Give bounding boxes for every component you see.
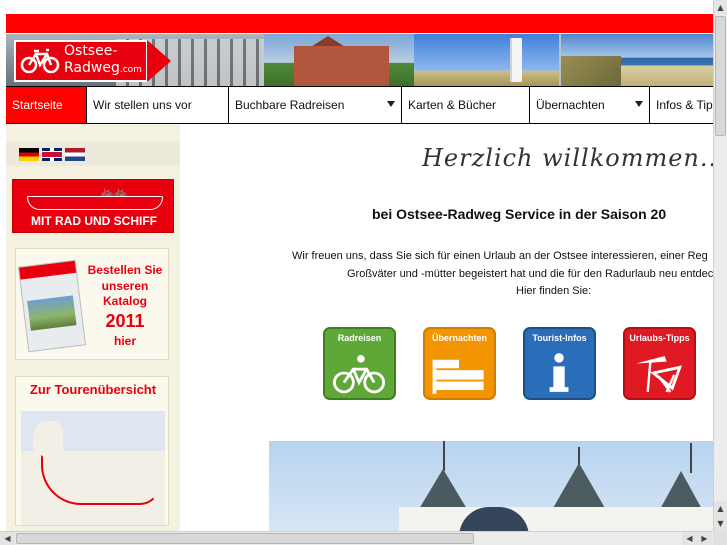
- nav-item-uebernachten[interactable]: Übernachten: [530, 87, 650, 123]
- tile-uebernachten[interactable]: Übernachten: [423, 327, 496, 400]
- site-logo[interactable]: Ostsee- Radweg.com: [14, 38, 174, 84]
- intro-text-line3: Hier finden Sie:: [516, 285, 592, 297]
- main-navigation: Startseite Wir stellen uns vor Buchbare …: [6, 86, 713, 124]
- tile-urlaubs-tipps[interactable]: Urlaubs-Tipps: [623, 327, 696, 400]
- dutch-flag-icon[interactable]: [65, 148, 85, 161]
- tour-overview-link[interactable]: Zur Tourenübersicht: [15, 376, 169, 526]
- chevron-down-icon: [635, 101, 643, 107]
- intro-text-line2: Großväter und -mütter begeistert hat und…: [347, 268, 713, 280]
- scroll-right-icon[interactable]: ▶: [697, 532, 712, 545]
- vertical-scroll-thumb[interactable]: [715, 16, 726, 136]
- banner-photo-church: [264, 34, 414, 86]
- nav-item-buchbare-radreisen[interactable]: Buchbare Radreisen: [229, 87, 402, 123]
- top-bar: [0, 0, 713, 34]
- nav-item-karten-buecher[interactable]: Karten & Bücher: [402, 87, 530, 123]
- nav-item-infos-tipps[interactable]: Infos & Tipps: [650, 87, 713, 123]
- logo-text-line1: Ostsee-: [64, 43, 118, 59]
- banner-photo-lighthouse: [414, 34, 559, 86]
- page-headline: bei Ostsee-Radweg Service in der Saison …: [372, 206, 667, 222]
- catalog-text-line5: hier: [113, 334, 136, 348]
- nav-item-startseite[interactable]: Startseite: [6, 87, 87, 123]
- chevron-down-icon: [387, 101, 395, 107]
- scroll-left-icon[interactable]: ◀: [682, 532, 697, 545]
- tour-map-image: [21, 411, 165, 525]
- ship-banner-link[interactable]: 🚲🚲 MIT RAD UND SCHIFF: [12, 179, 174, 233]
- info-icon: [549, 353, 569, 392]
- ship-icon: [27, 196, 163, 210]
- ship-banner-text: MIT RAD UND SCHIFF: [31, 214, 157, 228]
- beach-chair-icon: [636, 355, 683, 393]
- scroll-left-icon[interactable]: ◀: [0, 532, 15, 545]
- main-content: Herzlich willkommen... bei Ostsee-Radweg…: [180, 124, 713, 531]
- catalog-year: 2011: [105, 311, 145, 331]
- catalog-text-line1: Bestellen Sie: [87, 263, 163, 277]
- bicycle-icon: [333, 355, 386, 394]
- tile-radreisen[interactable]: Radreisen: [323, 327, 396, 400]
- catalog-cover-image: [17, 259, 87, 353]
- horizontal-scroll-thumb[interactable]: [16, 533, 474, 544]
- nav-item-wir-stellen-uns-vor[interactable]: Wir stellen uns vor: [87, 87, 229, 123]
- scroll-up-icon[interactable]: ▲: [714, 0, 727, 15]
- greeting-script: Herzlich willkommen...: [422, 144, 713, 172]
- vertical-scrollbar[interactable]: ▲ ▲ ▼: [713, 0, 727, 531]
- bicycle-icon: [20, 48, 60, 74]
- intro-text-line1: Wir freuen uns, dass Sie sich für einen …: [292, 250, 708, 262]
- scroll-down-icon[interactable]: ▼: [714, 516, 727, 531]
- pier-photo: [269, 441, 713, 531]
- logo-text-line2: Radweg.com: [64, 60, 142, 76]
- catalog-text-line3: Katalog: [102, 294, 147, 308]
- top-red-stripe: [6, 14, 713, 33]
- tile-tourist-infos[interactable]: Tourist-Infos: [523, 327, 596, 400]
- catalog-order-link[interactable]: Bestellen Sie unseren Katalog 2011 hier: [15, 248, 169, 360]
- scrollbar-corner: [713, 531, 727, 545]
- left-sidebar: 🚲🚲 MIT RAD UND SCHIFF Bestellen Sie unse…: [6, 124, 180, 531]
- banner-photo-coast: [561, 34, 713, 86]
- horizontal-scrollbar[interactable]: ◀ ◀ ▶: [0, 531, 713, 545]
- catalog-text-line2: unseren: [101, 279, 149, 293]
- bed-icon: [432, 359, 484, 394]
- language-selector: [6, 142, 180, 166]
- german-flag-icon[interactable]: [19, 148, 39, 161]
- scroll-up-icon[interactable]: ▲: [714, 501, 727, 516]
- tour-overview-title: Zur Tourenübersicht: [29, 382, 157, 397]
- english-flag-icon[interactable]: [42, 148, 62, 161]
